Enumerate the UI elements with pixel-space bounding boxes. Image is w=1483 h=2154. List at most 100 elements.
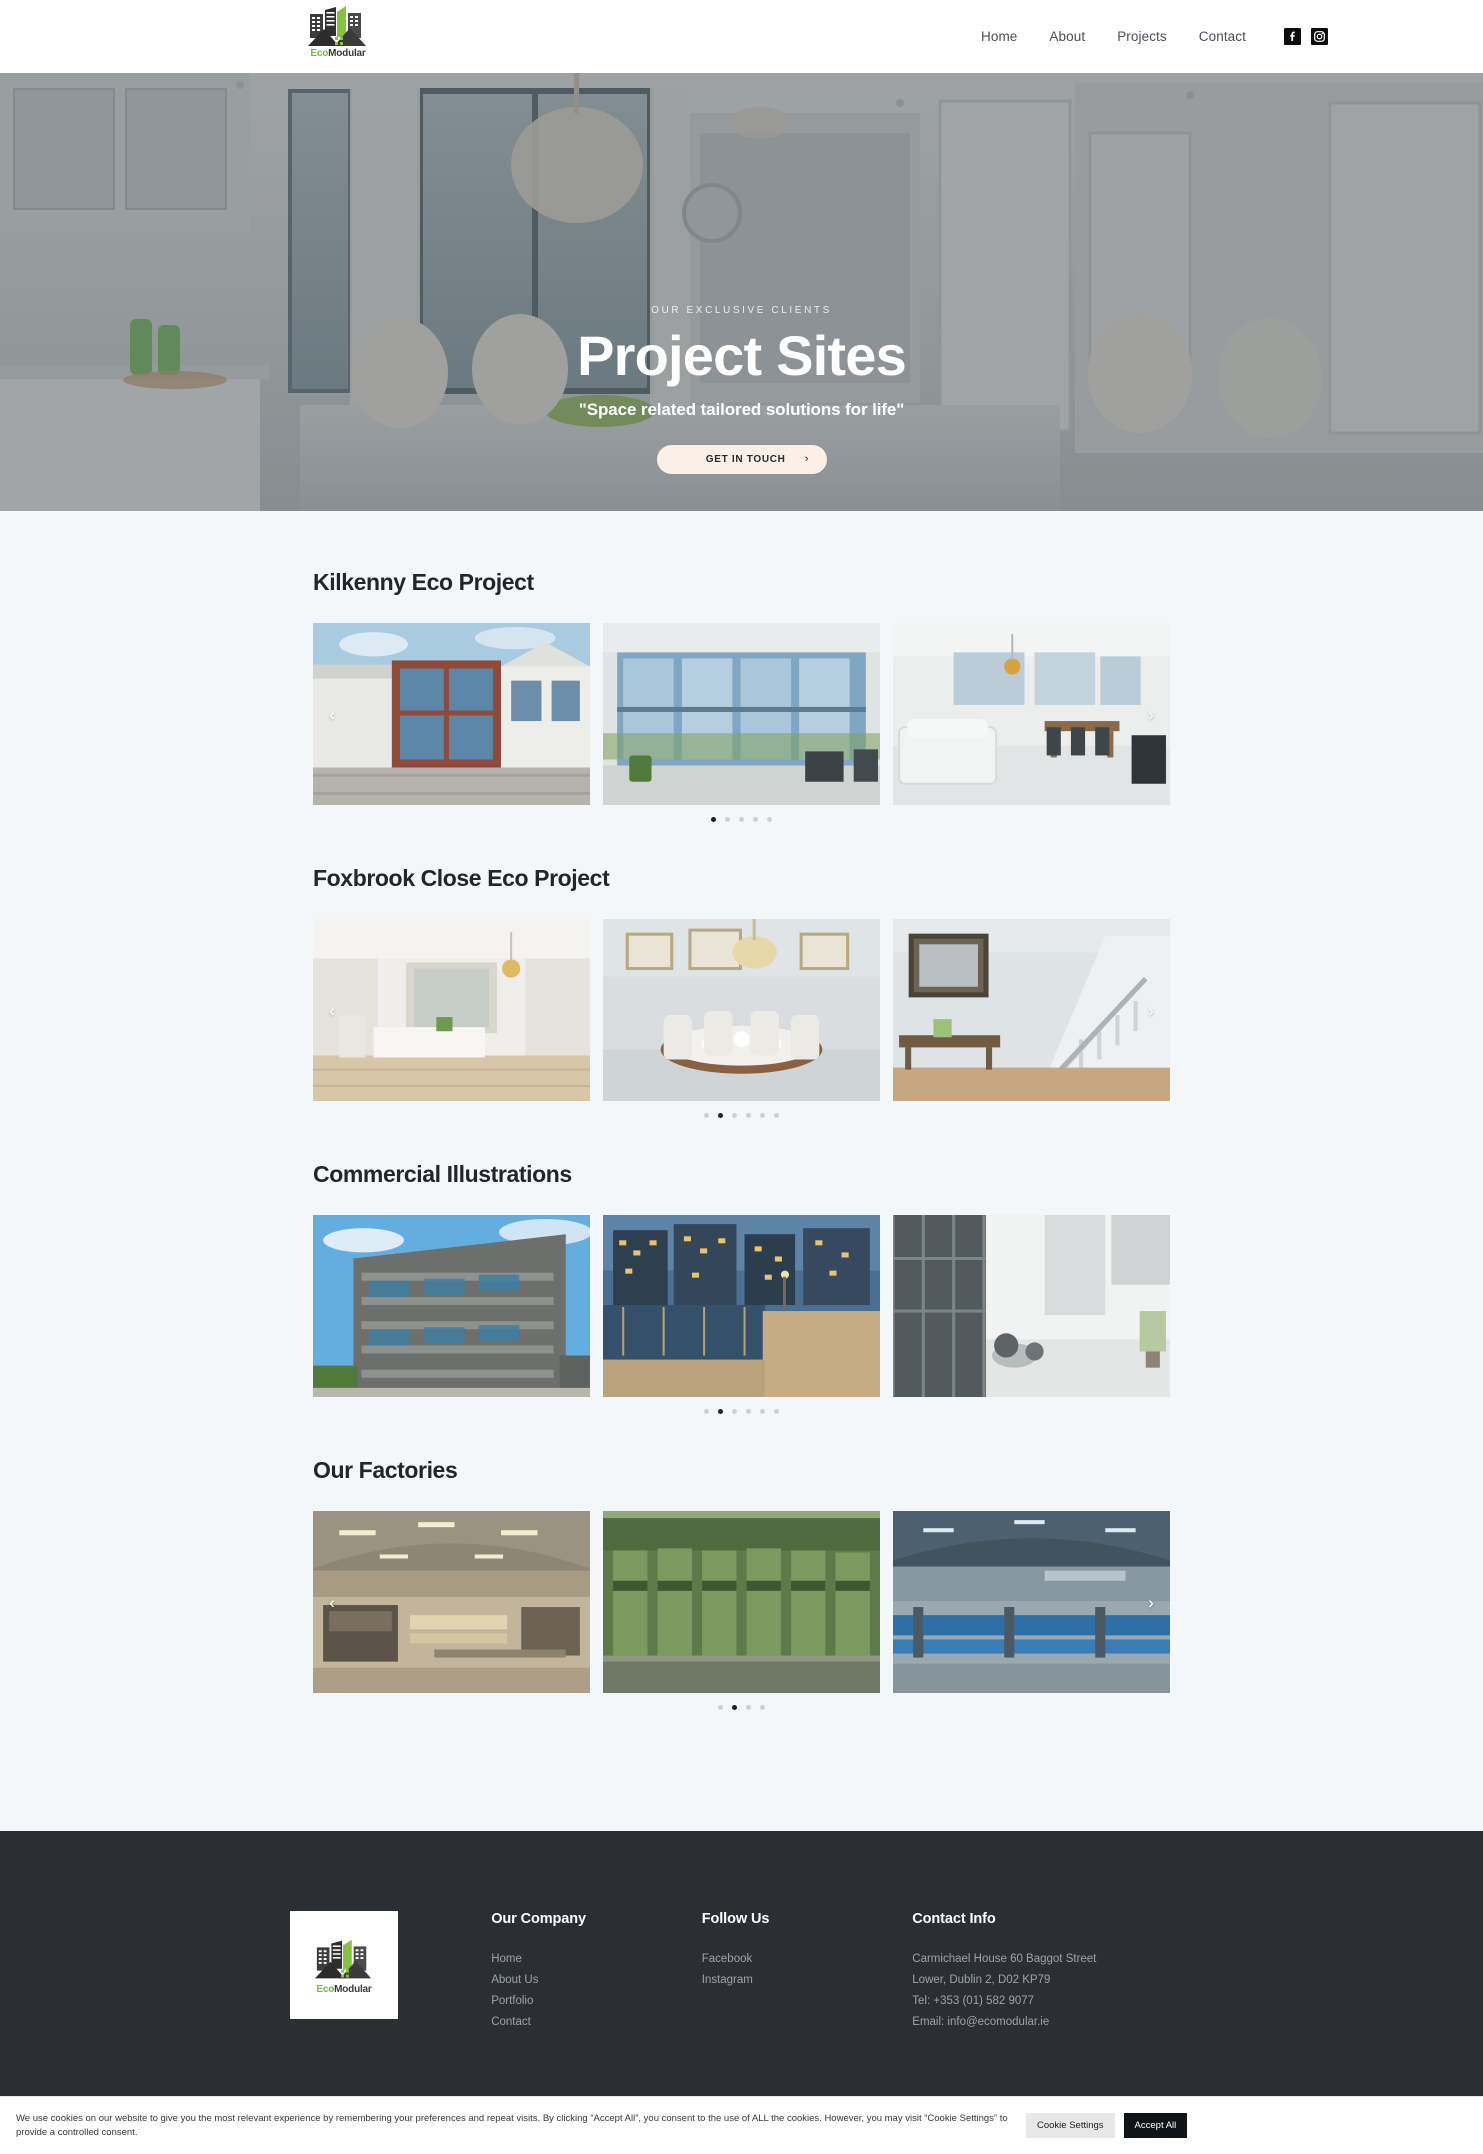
logo-word-eco: Eco: [316, 1983, 335, 1995]
footer-link-home[interactable]: Home: [491, 1949, 702, 1970]
carousel-dots: [313, 817, 1170, 822]
carousel-slide[interactable]: [603, 1511, 880, 1693]
carousel-dots: [313, 1409, 1170, 1414]
carousel-dot[interactable]: [732, 1113, 737, 1118]
carousel-slide[interactable]: [313, 1511, 590, 1693]
carousel-dot[interactable]: [725, 817, 730, 822]
footer-link-about-us[interactable]: About Us: [491, 1970, 702, 1991]
carousel-dot[interactable]: [718, 1705, 723, 1710]
carousel-slide[interactable]: [603, 623, 880, 805]
cookie-consent-text: We use cookies on our website to give yo…: [16, 2112, 1008, 2138]
carousel-dot[interactable]: [753, 817, 758, 822]
project-block-commercial: Commercial Illustrations: [313, 1161, 1170, 1414]
carousel-dot[interactable]: [711, 817, 716, 822]
nav-item-about[interactable]: About: [1033, 29, 1101, 44]
logo-word-eco: Eco: [310, 48, 329, 59]
get-in-touch-button[interactable]: GET IN TOUCH ›: [656, 444, 827, 474]
slide-image-exterior: [313, 623, 590, 805]
footer-heading-follow: Follow Us: [701, 1911, 770, 1927]
footer-column-company: Our Company Home About Us Portfolio Cont…: [491, 1909, 702, 2033]
carousel-dot[interactable]: [718, 1409, 723, 1414]
header-social-links: [1284, 28, 1328, 45]
logo-word-modular: Modular: [328, 48, 366, 59]
facebook-icon[interactable]: [1284, 28, 1301, 45]
carousel-prev-button[interactable]: ‹: [321, 1591, 343, 1613]
carousel-dot[interactable]: [746, 1113, 751, 1118]
nav-item-home[interactable]: Home: [965, 29, 1033, 44]
slide-image-kitchen-living: [313, 919, 590, 1101]
logo-wordmark: EcoModular: [316, 1983, 372, 1995]
carousel-dot[interactable]: [718, 1113, 723, 1118]
carousel-dot[interactable]: [732, 1409, 737, 1414]
footer-link-instagram[interactable]: Instagram: [702, 1970, 913, 1991]
carousel-dot[interactable]: [774, 1409, 779, 1414]
logo-word-modular: Modular: [334, 1983, 372, 1995]
carousel-slide[interactable]: [603, 1215, 880, 1397]
footer-logo-column: EcoModular: [290, 1909, 491, 2019]
slide-image-timber-factory: [313, 1511, 590, 1693]
footer-link-portfolio[interactable]: Portfolio: [491, 1991, 702, 2012]
slide-image-waterfront-development: [603, 1215, 880, 1397]
project-title: Foxbrook Close Eco Project: [313, 865, 610, 891]
carousel-slide[interactable]: [603, 919, 880, 1101]
project-carousel: ‹ ›: [313, 919, 1170, 1101]
footer-column-contact: Contact Info Carmichael House 60 Baggot …: [912, 1909, 1193, 2033]
carousel-slide[interactable]: [313, 919, 590, 1101]
carousel-dot[interactable]: [732, 1705, 737, 1710]
project-carousel: ‹ ›: [313, 1511, 1170, 1693]
carousel-slide[interactable]: [893, 623, 1170, 805]
footer-heading-company: Our Company: [491, 1911, 586, 1927]
page-title: Project Sites: [577, 324, 907, 387]
footer-logo[interactable]: EcoModular: [290, 1911, 398, 2019]
hero-section: OUR EXCLUSIVE CLIENTS Project Sites "Spa…: [0, 73, 1483, 511]
carousel-dots: [313, 1113, 1170, 1118]
instagram-icon[interactable]: [1311, 28, 1328, 45]
project-title: Our Factories: [313, 1457, 458, 1483]
site-header: EcoModular Home About Projects Contact: [0, 0, 1483, 73]
carousel-dot[interactable]: [704, 1409, 709, 1414]
footer-link-contact[interactable]: Contact: [491, 2012, 702, 2033]
projects-section: Kilkenny Eco Project ‹ › Foxbrook Close …: [0, 511, 1483, 1831]
slide-image-green-press-line: [603, 1511, 880, 1693]
carousel-prev-button[interactable]: ‹: [321, 703, 343, 725]
carousel-next-button[interactable]: ›: [1140, 999, 1162, 1021]
accept-all-button[interactable]: Accept All: [1123, 2113, 1188, 2138]
carousel-slide[interactable]: [893, 1215, 1170, 1397]
carousel-dot[interactable]: [739, 817, 744, 822]
carousel-next-button[interactable]: ›: [1140, 703, 1162, 725]
project-block-kilkenny: Kilkenny Eco Project ‹ ›: [313, 569, 1170, 822]
carousel-dot[interactable]: [704, 1113, 709, 1118]
carousel-dot[interactable]: [760, 1705, 765, 1710]
carousel-slide[interactable]: [313, 1215, 590, 1397]
footer-email: Email: info@ecomodular.ie: [912, 2016, 1050, 2028]
carousel-slide[interactable]: [893, 919, 1170, 1101]
footer-phone: Tel: +353 (01) 582 9077: [912, 1995, 1035, 2007]
footer-link-facebook[interactable]: Facebook: [702, 1949, 913, 1970]
site-footer: EcoModular Our Company Home About Us Por…: [0, 1831, 1483, 2096]
carousel-dot[interactable]: [746, 1705, 751, 1710]
project-title: Kilkenny Eco Project: [313, 569, 534, 595]
ecomodular-logo-icon: [314, 1939, 372, 1978]
nav-item-contact[interactable]: Contact: [1183, 29, 1262, 44]
footer-heading-contact: Contact Info: [912, 1911, 996, 1927]
slide-image-hallway-stairs: [893, 919, 1170, 1101]
nav-item-projects[interactable]: Projects: [1101, 29, 1183, 44]
carousel-prev-button[interactable]: ‹: [321, 999, 343, 1021]
carousel-dot[interactable]: [767, 817, 772, 822]
chevron-right-icon: ›: [804, 453, 809, 466]
carousel-dot[interactable]: [774, 1113, 779, 1118]
project-title: Commercial Illustrations: [313, 1161, 572, 1187]
carousel-slide[interactable]: [313, 623, 590, 805]
slide-image-glazed-hall: [603, 623, 880, 805]
carousel-dot[interactable]: [746, 1409, 751, 1414]
hero-eyebrow: OUR EXCLUSIVE CLIENTS: [651, 305, 832, 316]
cookie-settings-button[interactable]: Cookie Settings: [1026, 2113, 1115, 2138]
site-logo[interactable]: EcoModular: [300, 4, 376, 66]
carousel-slide[interactable]: [893, 1511, 1170, 1693]
carousel-next-button[interactable]: ›: [1140, 1591, 1162, 1613]
slide-image-living-room: [893, 623, 1170, 805]
carousel-dot[interactable]: [760, 1113, 765, 1118]
slide-image-glass-corridor: [893, 1215, 1170, 1397]
carousel-dot[interactable]: [760, 1409, 765, 1414]
project-carousel: [313, 1215, 1170, 1397]
